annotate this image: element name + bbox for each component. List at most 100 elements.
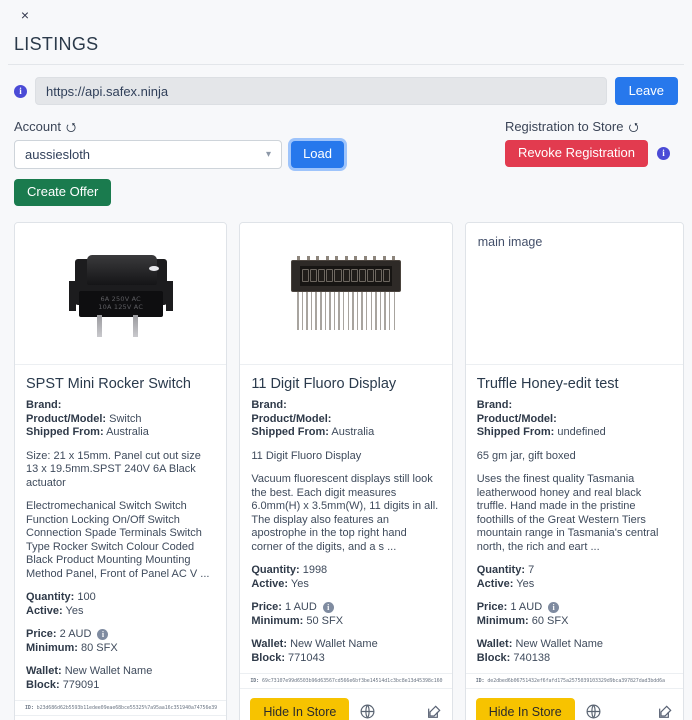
listing-title: Truffle Honey-edit test bbox=[476, 376, 619, 392]
listing-block: Block: 740138 bbox=[477, 652, 672, 666]
listing-actions: Hide In Store bbox=[240, 688, 452, 720]
active-label: Active: bbox=[251, 577, 289, 590]
listing-description: Electromechanical Switch Switch Function… bbox=[26, 500, 210, 580]
id-value: 69c73107e99d6503b96d63567cd566e6bf3be145… bbox=[262, 678, 443, 684]
account-select-row: aussiesloth ▾ Load bbox=[14, 140, 344, 169]
switch-rating-text: 6A 250V AC 10A 125V AC bbox=[98, 294, 144, 311]
listing-quantity: Quantity: 1998 bbox=[251, 564, 440, 578]
minimum-value: 50 SFX bbox=[306, 614, 344, 627]
listing-quantity: Quantity: 100 bbox=[26, 591, 215, 605]
listing-image: 6A 250V AC 10A 125V AC bbox=[15, 223, 227, 365]
product-model-label: Product/Model: bbox=[26, 412, 107, 425]
wallet-label: Wallet: bbox=[251, 638, 288, 650]
listing-summary: 11 Digit Fluoro Display bbox=[251, 449, 362, 462]
shipped-from-label: Shipped From: bbox=[476, 426, 555, 438]
wallet-label: Wallet: bbox=[26, 665, 62, 677]
registration-section: Registration to Store ⭯ Revoke Registrat… bbox=[504, 119, 678, 167]
listing-image bbox=[240, 223, 452, 365]
leave-button[interactable]: Leave bbox=[614, 77, 678, 105]
minimum-value: 80 SFX bbox=[81, 641, 118, 654]
info-icon[interactable]: i bbox=[97, 629, 109, 641]
info-icon[interactable]: i bbox=[322, 602, 334, 614]
hide-in-store-button[interactable]: Hide In Store bbox=[475, 698, 575, 720]
brand-label: Brand: bbox=[251, 399, 287, 411]
api-url-input[interactable] bbox=[35, 77, 607, 105]
active-label: Active: bbox=[476, 577, 514, 590]
block-label: Block: bbox=[26, 678, 60, 691]
info-icon[interactable]: i bbox=[14, 84, 27, 98]
listing-id: ID: de2dbed6b06751432ef6fafd175a25750391… bbox=[465, 673, 683, 688]
account-select[interactable]: aussiesloth ▾ bbox=[14, 140, 283, 169]
product-model-value: Switch bbox=[109, 412, 142, 425]
main-image-placeholder: main image bbox=[477, 235, 543, 249]
quantity-label: Quantity: bbox=[26, 591, 75, 603]
info-icon[interactable]: i bbox=[548, 602, 560, 614]
fluoro-display-image bbox=[287, 254, 405, 334]
shipped-from-label: Shipped From: bbox=[26, 426, 104, 438]
account-section: Account ⭯ aussiesloth ▾ Load bbox=[14, 119, 344, 169]
connection-row: i Leave bbox=[0, 65, 692, 105]
listings-page: × LISTINGS i Leave Account ⭯ aussiesloth… bbox=[0, 0, 692, 720]
listing-brand: Brand: bbox=[477, 399, 672, 413]
listing-shipped-from: Shipped From: undefined bbox=[477, 426, 672, 440]
wallet-value: New Wallet Name bbox=[290, 638, 378, 650]
listing-cards: 6A 250V AC 10A 125V AC SPST Mini Rocker S… bbox=[0, 206, 692, 720]
globe-icon[interactable] bbox=[585, 703, 602, 720]
edit-icon[interactable] bbox=[657, 704, 673, 720]
shipped-from-value: Australia bbox=[106, 426, 149, 438]
refresh-icon[interactable]: ⭯ bbox=[66, 121, 76, 133]
listing-description: Vacuum fluorescent displays still look t… bbox=[251, 473, 439, 553]
close-icon[interactable]: × bbox=[16, 6, 34, 24]
listing-summary: 65 gm jar, gift boxed bbox=[476, 449, 576, 462]
revoke-registration-button[interactable]: Revoke Registration bbox=[504, 140, 648, 167]
page-title: LISTINGS bbox=[14, 34, 99, 54]
wallet-label: Wallet: bbox=[476, 638, 513, 650]
listing-minimum: Minimum: 80 SFX bbox=[26, 642, 215, 656]
listing-active: Active: Yes bbox=[251, 578, 440, 592]
listing-actions: Hide In Store bbox=[465, 688, 683, 720]
block-value: 779091 bbox=[62, 678, 100, 691]
price-value: 1 AUD bbox=[285, 601, 317, 613]
brand-label: Brand: bbox=[26, 399, 62, 411]
id-label: ID: bbox=[250, 678, 260, 684]
listing-price: Price: 1 AUD i bbox=[251, 601, 440, 615]
listing-actions: Show In Store bbox=[15, 715, 227, 720]
wallet-value: New Wallet Name bbox=[64, 665, 153, 677]
quantity-value: 7 bbox=[528, 564, 535, 576]
quantity-label: Quantity: bbox=[251, 564, 300, 576]
active-label: Active: bbox=[26, 604, 63, 617]
shipped-from-value: undefined bbox=[557, 426, 606, 438]
create-offer-button[interactable]: Create Offer bbox=[14, 179, 112, 206]
revoke-row: Revoke Registration i bbox=[504, 140, 670, 167]
block-value: 771043 bbox=[288, 651, 325, 664]
rocker-switch-image: 6A 250V AC 10A 125V AC bbox=[68, 251, 173, 337]
listing-price: Price: 2 AUD i bbox=[26, 628, 215, 642]
listing-block: Block: 771043 bbox=[251, 652, 440, 666]
listing-summary: Size: 21 x 15mm. Panel cut out size 13 x… bbox=[26, 449, 201, 489]
globe-icon[interactable] bbox=[359, 703, 376, 720]
listing-active: Active: Yes bbox=[477, 578, 672, 592]
chevron-down-icon: ▾ bbox=[266, 149, 272, 160]
block-label: Block: bbox=[251, 651, 285, 664]
edit-icon[interactable] bbox=[426, 704, 442, 720]
price-label: Price: bbox=[251, 601, 282, 613]
active-value: Yes bbox=[290, 577, 309, 590]
listing-minimum: Minimum: 50 SFX bbox=[251, 615, 440, 629]
listing-wallet: Wallet: New Wallet Name bbox=[251, 638, 440, 652]
brand-label: Brand: bbox=[476, 399, 513, 411]
account-label-row: Account ⭯ bbox=[14, 119, 344, 134]
listing-shipped-from: Shipped From: Australia bbox=[251, 426, 440, 440]
listing-brand: Brand: bbox=[251, 399, 440, 413]
listing-card: 6A 250V AC 10A 125V AC SPST Mini Rocker S… bbox=[14, 222, 228, 720]
account-registration-row: Account ⭯ aussiesloth ▾ Load Registratio… bbox=[0, 105, 692, 169]
shipped-from-value: Australia bbox=[331, 426, 375, 438]
listing-product-model: Product/Model: bbox=[251, 413, 440, 427]
listing-title: 11 Digit Fluoro Display bbox=[251, 376, 397, 392]
load-button[interactable]: Load bbox=[291, 141, 344, 168]
info-icon[interactable]: i bbox=[657, 147, 670, 160]
refresh-icon[interactable]: ⭯ bbox=[628, 121, 638, 133]
price-label: Price: bbox=[26, 628, 57, 640]
listing-title: SPST Mini Rocker Switch bbox=[26, 376, 191, 392]
hide-in-store-button[interactable]: Hide In Store bbox=[250, 698, 350, 720]
listing-product-model: Product/Model: Switch bbox=[26, 413, 215, 427]
